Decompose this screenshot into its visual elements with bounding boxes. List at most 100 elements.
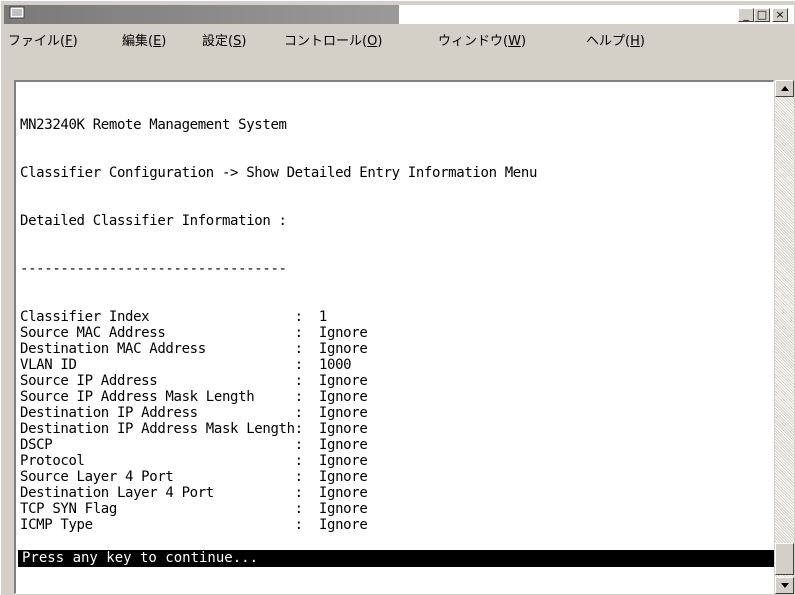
maximize-button[interactable]: □	[754, 8, 770, 22]
menu-control-label: コントロール(	[284, 34, 368, 49]
menu-help[interactable]: ヘルプ(H)	[586, 30, 645, 49]
menu-window[interactable]: ウィンドウ(W)	[438, 30, 526, 49]
menu-control-key: O	[367, 34, 378, 49]
system-title: MN23240K Remote Management System	[20, 117, 287, 133]
field-value: 1000	[318, 357, 352, 373]
field-separator: :	[197, 405, 319, 421]
status-prompt: Press any key to continue...	[18, 550, 774, 567]
field-value: Ignore	[318, 453, 368, 469]
menu-settings-label: 設定(	[202, 34, 234, 49]
divider-line: ---------------------------------	[20, 261, 287, 277]
menu-window-key: W	[508, 34, 521, 49]
menu-help-key: H	[630, 34, 640, 49]
menu-help-label: ヘルプ(	[586, 34, 631, 49]
field-separator: :	[76, 357, 319, 373]
field-separator: :	[165, 325, 319, 341]
menu-settings-end: )	[241, 34, 247, 49]
terminal-window: _ □ × ファイル(F) 編集(E) 設定(S) コントロール(O) ウィンド…	[0, 0, 795, 595]
field-name: Destination IP Address Mask Length	[20, 421, 295, 437]
field-name: Source MAC Address	[20, 325, 166, 341]
field-value: Ignore	[318, 389, 368, 405]
field-name: TCP SYN Flag	[20, 501, 117, 517]
scroll-up-button[interactable]	[775, 80, 794, 97]
field-value: Ignore	[318, 405, 368, 421]
menu-help-end: )	[639, 34, 645, 49]
menu-file[interactable]: ファイル(F)	[8, 30, 78, 49]
field-row: Source MAC Address : Ignore	[20, 325, 772, 341]
title-bar-gradient	[4, 5, 399, 24]
field-separator: :	[52, 437, 319, 453]
field-value: Ignore	[318, 373, 368, 389]
terminal-screen[interactable]: MN23240K Remote Management System Classi…	[14, 80, 774, 594]
field-value: Ignore	[318, 325, 368, 341]
menu-window-end: )	[520, 34, 527, 49]
menu-edit[interactable]: 編集(E)	[122, 30, 166, 49]
terminal-app-icon[interactable]	[9, 6, 25, 22]
menu-file-label: ファイル(	[8, 34, 66, 49]
field-separator: :	[84, 453, 319, 469]
field-separator: :	[149, 309, 319, 325]
close-button[interactable]: ×	[772, 8, 788, 22]
field-separator: :	[173, 469, 319, 485]
menu-bar: ファイル(F) 編集(E) 設定(S) コントロール(O) ウィンドウ(W) ヘ…	[4, 27, 794, 49]
minimize-button[interactable]: _	[738, 8, 754, 22]
field-row: Source Layer 4 Port : Ignore	[20, 469, 772, 485]
menu-settings[interactable]: 設定(S)	[202, 30, 246, 49]
menu-window-label: ウィンドウ(	[438, 34, 509, 49]
field-name: Destination Layer 4 Port	[20, 485, 214, 501]
scroll-thumb[interactable]	[775, 543, 794, 575]
field-row: Destination Layer 4 Port : Ignore	[20, 485, 772, 501]
field-value: Ignore	[318, 501, 368, 517]
field-name: VLAN ID	[20, 357, 77, 373]
menu-file-key: F	[65, 34, 73, 49]
field-list: Classifier Index : 1 Source MAC Address :…	[20, 309, 772, 533]
field-row: Protocol : Ignore	[20, 453, 772, 469]
field-separator: :	[157, 373, 319, 389]
field-separator: :	[92, 517, 319, 533]
field-separator: :	[254, 389, 319, 405]
field-value: Ignore	[318, 421, 368, 437]
field-name: Source IP Address	[20, 373, 158, 389]
section-heading: Detailed Classifier Information :	[20, 213, 287, 229]
field-row: DSCP : Ignore	[20, 437, 772, 453]
field-row: TCP SYN Flag : Ignore	[20, 501, 772, 517]
field-name: Source IP Address Mask Length	[20, 389, 255, 405]
field-value: Ignore	[318, 485, 368, 501]
field-value: Ignore	[318, 517, 368, 533]
field-value: Ignore	[318, 469, 368, 485]
field-name: DSCP	[20, 437, 53, 453]
field-row: ICMP Type : Ignore	[20, 517, 772, 533]
title-bar[interactable]: _ □ ×	[4, 5, 794, 24]
field-value: Ignore	[318, 341, 368, 357]
scroll-down-button[interactable]	[775, 577, 794, 594]
field-value: Ignore	[318, 437, 368, 453]
menu-file-end: )	[72, 34, 78, 49]
field-separator: :	[205, 341, 319, 357]
field-name: Protocol	[20, 453, 85, 469]
title-bar-blank	[399, 5, 794, 24]
field-value: 1	[318, 309, 328, 325]
field-name: Destination MAC Address	[20, 341, 206, 357]
field-row: Destination IP Address : Ignore	[20, 405, 772, 421]
menu-control-end: )	[377, 34, 383, 49]
menu-path: Classifier Configuration -> Show Detaile…	[20, 165, 538, 181]
field-row: Destination MAC Address : Ignore	[20, 341, 772, 357]
field-name: Classifier Index	[20, 309, 150, 325]
menu-edit-label: 編集(	[122, 34, 154, 49]
arrow-up-icon	[781, 86, 789, 91]
field-row: VLAN ID : 1000	[20, 357, 772, 373]
field-name: Destination IP Address	[20, 405, 198, 421]
field-separator: :	[294, 421, 319, 437]
field-separator: :	[116, 501, 319, 517]
field-name: ICMP Type	[20, 517, 93, 533]
arrow-down-icon	[781, 583, 789, 588]
field-row: Source IP Address : Ignore	[20, 373, 772, 389]
vertical-scrollbar[interactable]	[775, 80, 794, 594]
field-separator: :	[213, 485, 319, 501]
menu-control[interactable]: コントロール(O)	[284, 30, 382, 49]
field-row: Source IP Address Mask Length : Ignore	[20, 389, 772, 405]
field-row: Classifier Index : 1	[20, 309, 772, 325]
field-row: Destination IP Address Mask Length: Igno…	[20, 421, 772, 437]
terminal-output: MN23240K Remote Management System Classi…	[20, 85, 772, 573]
menu-edit-end: )	[161, 34, 167, 49]
